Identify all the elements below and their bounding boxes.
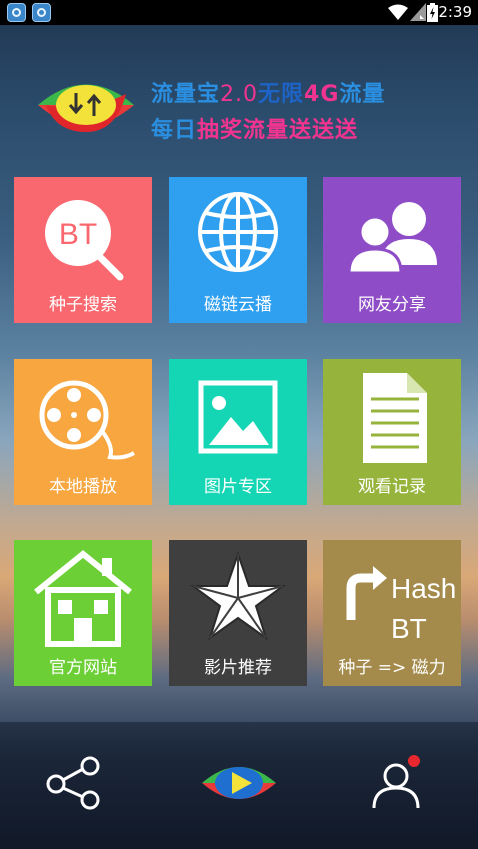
tile-label: 影片推荐 (204, 658, 272, 678)
star-icon (189, 550, 287, 641)
tile-label: 观看记录 (358, 477, 426, 497)
tile-label: 图片专区 (204, 477, 272, 497)
bt-search-icon: BT (45, 200, 124, 281)
magnet-cloud-play-tile[interactable]: 磁链云播 (169, 177, 307, 323)
signal-icon (410, 3, 426, 21)
svg-text:BT: BT (391, 613, 427, 644)
wifi-icon (388, 4, 408, 20)
document-icon (363, 373, 427, 463)
share-icon[interactable] (44, 756, 102, 810)
official-site-tile[interactable]: 官方网站 (14, 540, 152, 686)
clock: 2:39 (438, 3, 472, 21)
app-logo (38, 84, 134, 132)
torrent-to-magnet-tile[interactable]: Hash BT 种子 => 磁力 (323, 540, 461, 686)
watch-history-tile[interactable]: 观看记录 (323, 359, 461, 505)
film-reel-icon (39, 380, 136, 460)
users-icon (347, 202, 437, 275)
tile-label: 网友分享 (358, 295, 426, 315)
notification-app-icon (7, 3, 26, 22)
picture-zone-tile[interactable]: 图片专区 (169, 359, 307, 505)
play-logo-icon[interactable] (200, 757, 278, 809)
notification-app-icon (32, 3, 51, 22)
slogan-line-2: 每日抽奖流量送送送 (151, 118, 359, 143)
torrent-search-tile[interactable]: BT 种子搜索 (14, 177, 152, 323)
profile-icon[interactable] (370, 754, 426, 810)
house-icon (34, 550, 132, 647)
movie-recommend-tile[interactable]: 影片推荐 (169, 540, 307, 686)
app-banner: 流量宝2.0无限4G流量 每日抽奖流量送送送 (36, 72, 446, 143)
tile-label: 磁链云播 (204, 295, 272, 315)
notification-dot (408, 755, 420, 767)
battery-charging-icon (427, 3, 438, 22)
svg-text:Hash: Hash (391, 573, 456, 604)
user-share-tile[interactable]: 网友分享 (323, 177, 461, 323)
tile-label: 本地播放 (49, 477, 117, 497)
tile-label: 种子 => 磁力 (338, 658, 446, 678)
slogan-line-1: 流量宝2.0无限4G流量 (151, 82, 386, 107)
local-play-tile[interactable]: 本地播放 (14, 359, 152, 505)
globe-icon (198, 192, 278, 272)
hash-convert-icon: Hash BT (346, 566, 456, 644)
svg-text:BT: BT (59, 218, 97, 251)
bottom-nav-bar (0, 722, 478, 849)
picture-icon (198, 380, 278, 454)
tile-label: 种子搜索 (49, 295, 117, 315)
status-bar: 2:39 (0, 0, 478, 25)
tile-label: 官方网站 (49, 658, 117, 678)
